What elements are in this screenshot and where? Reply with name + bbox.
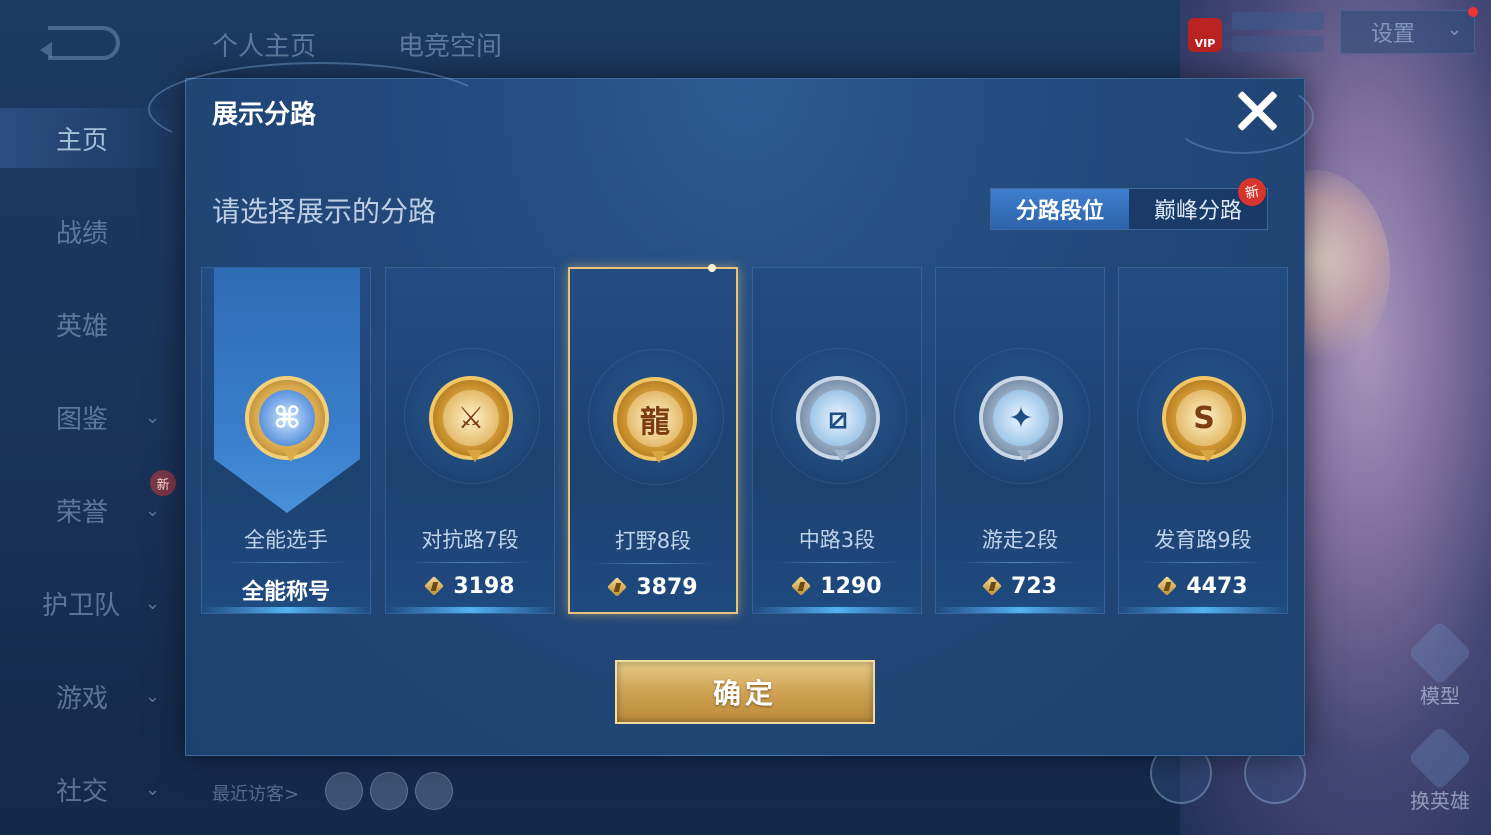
sidebar-item-label: 战绩 xyxy=(56,218,109,249)
chevron-down-icon: ⌄ xyxy=(1446,19,1462,40)
lane-card-farm-lane[interactable]: S 发育路9段 4473 xyxy=(1118,267,1288,614)
lane-score: 4473 xyxy=(1119,574,1287,599)
chevron-down-icon: ⌄ xyxy=(145,685,161,707)
peak-points-icon xyxy=(983,577,1003,597)
lane-role-label: 全能选手 xyxy=(244,528,328,552)
lane-card-mid-lane[interactable]: ⧄ 中路3段 1290 xyxy=(752,267,922,614)
jungle-badge-icon: 龍 xyxy=(613,377,697,463)
roam-badge-icon: ✦ xyxy=(979,376,1063,462)
sidebar-item-label: 社交 xyxy=(56,776,109,807)
sidebar-item-codex[interactable]: 图鉴 ⌄ xyxy=(0,387,180,447)
divider xyxy=(958,562,1082,563)
new-badge: 新 xyxy=(150,470,176,496)
score-value: 全能称号 xyxy=(241,580,330,605)
tab-lane-rank[interactable]: 分路段位 xyxy=(991,189,1129,229)
dialog-subtitle: 请选择展示的分路 xyxy=(212,195,437,228)
farm-lane-badge-icon: S xyxy=(1162,376,1246,462)
peak-points-icon xyxy=(608,578,628,598)
card-glow xyxy=(386,607,554,613)
tab-personal-home[interactable]: 个人主页 xyxy=(212,26,316,63)
notification-dot xyxy=(1468,7,1478,17)
switch-hero-label: 换英雄 xyxy=(1410,789,1470,813)
lane-role-label: 游走2段 xyxy=(981,528,1059,552)
divider xyxy=(775,562,899,563)
lane-mode-toggle: 分路段位 巅峰分路 xyxy=(990,188,1268,230)
switch-hero-button[interactable]: 换英雄 xyxy=(1400,725,1480,814)
close-icon[interactable] xyxy=(1234,88,1280,134)
lane-role-label: 发育路9段 xyxy=(1154,528,1252,552)
avatar[interactable] xyxy=(325,772,363,810)
chevron-down-icon: ⌄ xyxy=(145,499,161,521)
lane-score: 全能称号 xyxy=(202,574,370,606)
tab-esports-space[interactable]: 电竞空间 xyxy=(398,26,502,63)
lane-card-clash-lane[interactable]: ⚔ 对抗路7段 3198 xyxy=(385,267,555,614)
confirm-button[interactable]: 确定 xyxy=(615,660,875,724)
sidebar-item-guard-team[interactable]: 护卫队 ⌄ xyxy=(0,573,180,633)
divider xyxy=(408,562,532,563)
model-label: 模型 xyxy=(1420,684,1460,708)
settings-button[interactable]: 设置 ⌄ xyxy=(1340,7,1478,54)
clash-lane-badge-icon: ⚔ xyxy=(429,376,513,462)
avatar[interactable] xyxy=(415,772,453,810)
score-value: 3198 xyxy=(453,574,515,599)
card-glow xyxy=(1119,607,1287,613)
dialog-title: 展示分路 xyxy=(212,100,317,130)
score-value: 723 xyxy=(1011,574,1057,599)
lane-card-roam[interactable]: ✦ 游走2段 723 xyxy=(935,267,1105,614)
lane-score: 3879 xyxy=(570,575,736,600)
lane-role-label: 打野8段 xyxy=(614,529,692,553)
sidebar-item-heroes[interactable]: 英雄 xyxy=(0,294,180,354)
card-glow xyxy=(202,607,370,613)
score-value: 3879 xyxy=(636,575,698,600)
lane-score: 3198 xyxy=(386,574,554,599)
recent-visitors-link[interactable]: 最近访客> xyxy=(212,780,299,806)
peak-points-icon xyxy=(425,577,445,597)
chevron-down-icon: ⌄ xyxy=(145,592,161,614)
peak-points-icon xyxy=(1158,577,1178,597)
mid-lane-badge-icon: ⧄ xyxy=(796,376,880,462)
sidebar-item-social[interactable]: 社交 ⌄ xyxy=(0,759,180,819)
decorative-cloud-swirl xyxy=(148,62,492,156)
sidebar-item-label: 图鉴 xyxy=(56,404,109,435)
settings-label: 设置 xyxy=(1371,22,1416,47)
chevron-down-icon: ⌄ xyxy=(145,778,161,800)
sidebar: 主页 战绩 英雄 图鉴 ⌄ 荣誉 ⌄ 护卫队 ⌄ 游戏 ⌄ 社交 ⌄ xyxy=(0,90,180,835)
score-value: 1290 xyxy=(820,574,882,599)
sidebar-item-games[interactable]: 游戏 ⌄ xyxy=(0,666,180,726)
selection-marker xyxy=(708,264,716,272)
vip-status-subtag xyxy=(1232,36,1324,52)
divider xyxy=(592,563,714,564)
lane-role-label: 中路3段 xyxy=(798,528,876,552)
peak-points-icon xyxy=(792,577,812,597)
vip-icon[interactable]: VIP xyxy=(1188,18,1222,52)
card-glow xyxy=(936,607,1104,613)
model-button[interactable]: 模型 xyxy=(1400,620,1480,709)
all-round-badge-icon: ⌘ xyxy=(245,376,329,462)
card-glow xyxy=(753,607,921,613)
lane-card-jungle[interactable]: 龍 打野8段 3879 xyxy=(568,264,738,614)
lane-score: 723 xyxy=(936,574,1104,599)
sidebar-item-records[interactable]: 战绩 xyxy=(0,201,180,261)
model-icon xyxy=(1407,620,1473,686)
back-arrow-icon[interactable] xyxy=(40,26,120,60)
score-value: 4473 xyxy=(1186,574,1248,599)
sidebar-item-label: 主页 xyxy=(56,125,109,156)
avatar[interactable] xyxy=(370,772,408,810)
chevron-down-icon: ⌄ xyxy=(145,406,161,428)
lane-score: 1290 xyxy=(753,574,921,599)
sidebar-item-label: 游戏 xyxy=(56,683,109,714)
vip-status-tag xyxy=(1232,12,1324,30)
lane-role-label: 对抗路7段 xyxy=(421,528,519,552)
sidebar-item-label: 英雄 xyxy=(56,311,109,342)
switch-hero-icon xyxy=(1407,725,1473,791)
sidebar-item-label: 护卫队 xyxy=(42,590,121,621)
divider xyxy=(224,562,348,563)
sidebar-item-label: 荣誉 xyxy=(56,497,109,528)
lane-card-all-round[interactable]: ⌘ 全能选手 全能称号 xyxy=(201,267,371,614)
divider xyxy=(1141,562,1265,563)
